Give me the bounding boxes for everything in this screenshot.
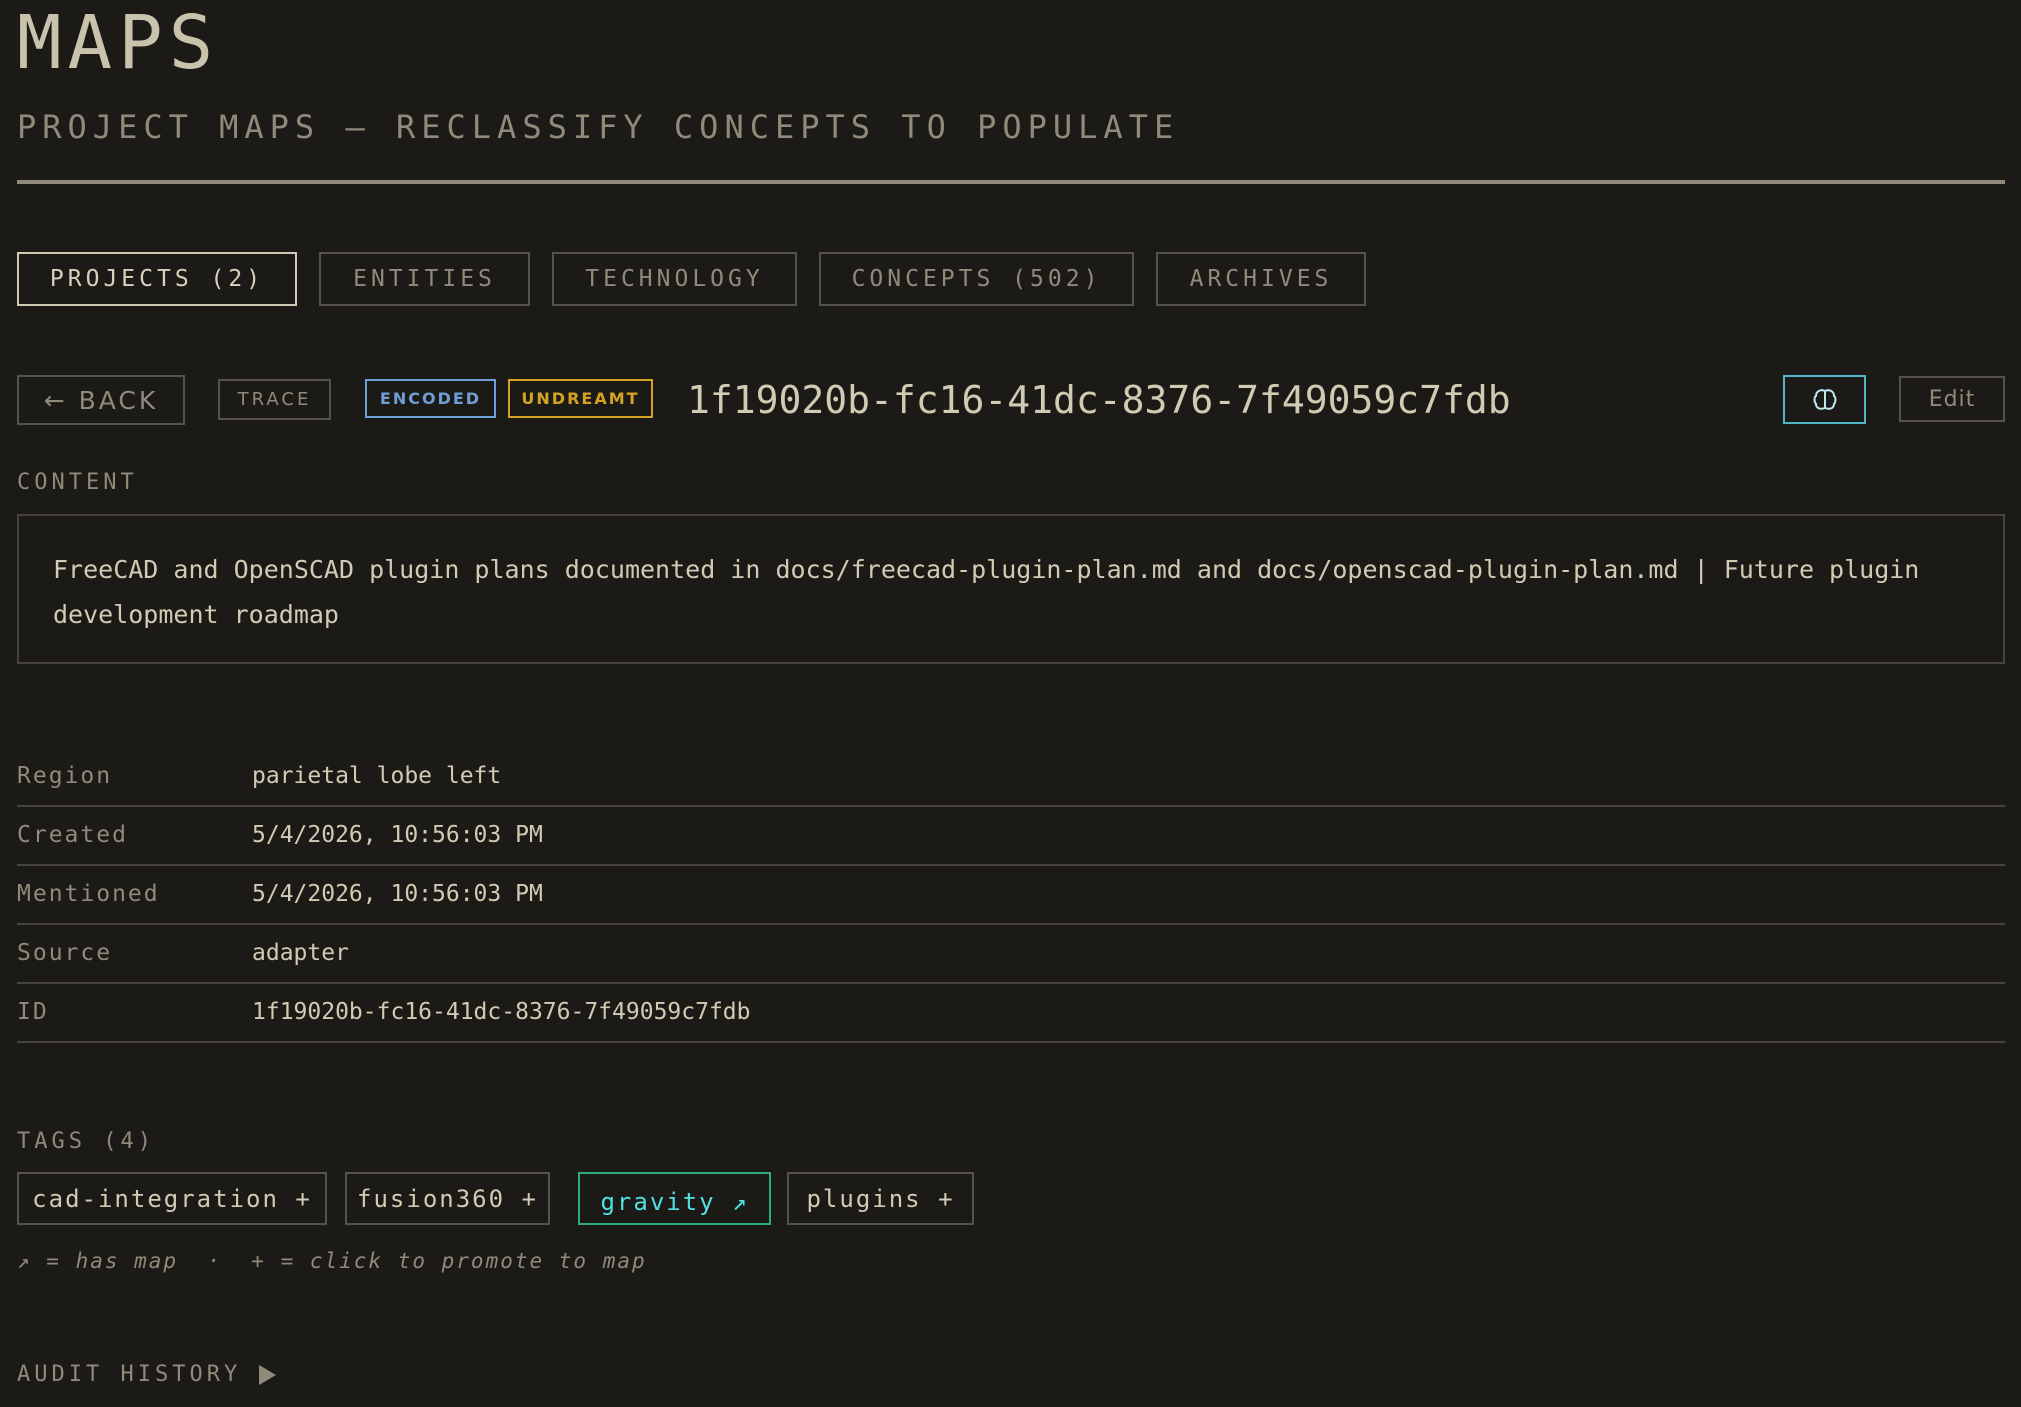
play-icon: [259, 1364, 277, 1385]
detail-toolbar: ← BACK TRACE ENCODED UNDREAMT 1f19020b-f…: [17, 375, 2005, 425]
tag-gravity[interactable]: gravity ↗: [578, 1172, 771, 1225]
meta-key: Source: [17, 940, 113, 966]
undreamt-badge: UNDREAMT: [508, 379, 653, 418]
tags-label: TAGS (4): [17, 1129, 155, 1154]
tab-entities[interactable]: ENTITIES: [319, 252, 530, 306]
tag-fusion360[interactable]: fusion360 +: [345, 1172, 550, 1225]
page-title: MAPS: [17, 0, 220, 86]
brain-icon: [1813, 388, 1836, 410]
tab-archives[interactable]: ARCHIVES: [1156, 252, 1366, 306]
metadata-table: Region parietal lobe left Created 5/4/20…: [17, 748, 2005, 1043]
brain-button[interactable]: [1783, 375, 1866, 424]
tag-cad-integration[interactable]: cad-integration +: [17, 1172, 327, 1225]
audit-history-toggle[interactable]: AUDIT HISTORY: [17, 1362, 277, 1387]
meta-key: Mentioned: [17, 881, 160, 907]
meta-value: parietal lobe left: [252, 763, 502, 789]
meta-value: 1f19020b-fc16-41dc-8376-7f49059c7fdb: [252, 999, 751, 1025]
edit-button[interactable]: Edit: [1899, 376, 2005, 422]
content-label: CONTENT: [17, 470, 138, 495]
meta-row-id: ID 1f19020b-fc16-41dc-8376-7f49059c7fdb: [17, 984, 2005, 1043]
content-box: FreeCAD and OpenSCAD plugin plans docume…: [17, 514, 2005, 664]
back-button[interactable]: ← BACK: [17, 375, 185, 425]
meta-value: adapter: [252, 940, 349, 966]
tab-projects[interactable]: PROJECTS (2): [17, 252, 297, 306]
page-subtitle: PROJECT MAPS — RECLASSIFY CONCEPTS TO PO…: [17, 108, 1180, 146]
meta-key: Region: [17, 763, 113, 789]
meta-row-region: Region parietal lobe left: [17, 748, 2005, 807]
title-divider: [17, 180, 2005, 184]
meta-row-mentioned: Mentioned 5/4/2026, 10:56:03 PM: [17, 866, 2005, 925]
tag-plugins[interactable]: plugins +: [787, 1172, 974, 1225]
meta-value: 5/4/2026, 10:56:03 PM: [252, 881, 543, 907]
meta-row-created: Created 5/4/2026, 10:56:03 PM: [17, 807, 2005, 866]
trace-button[interactable]: TRACE: [218, 379, 331, 420]
tag-legend-hint: ↗ = has map · + = click to promote to ma…: [17, 1249, 647, 1273]
entity-id-heading: 1f19020b-fc16-41dc-8376-7f49059c7fdb: [687, 378, 1511, 422]
content-text: FreeCAD and OpenSCAD plugin plans docume…: [53, 555, 1920, 629]
meta-key: ID: [17, 999, 49, 1025]
tab-technology[interactable]: TECHNOLOGY: [552, 252, 797, 306]
tab-concepts[interactable]: CONCEPTS (502): [819, 252, 1134, 306]
meta-value: 5/4/2026, 10:56:03 PM: [252, 822, 543, 848]
meta-key: Created: [17, 822, 128, 848]
encoded-badge: ENCODED: [365, 379, 496, 418]
meta-row-source: Source adapter: [17, 925, 2005, 984]
audit-history-label: AUDIT HISTORY: [17, 1362, 242, 1387]
